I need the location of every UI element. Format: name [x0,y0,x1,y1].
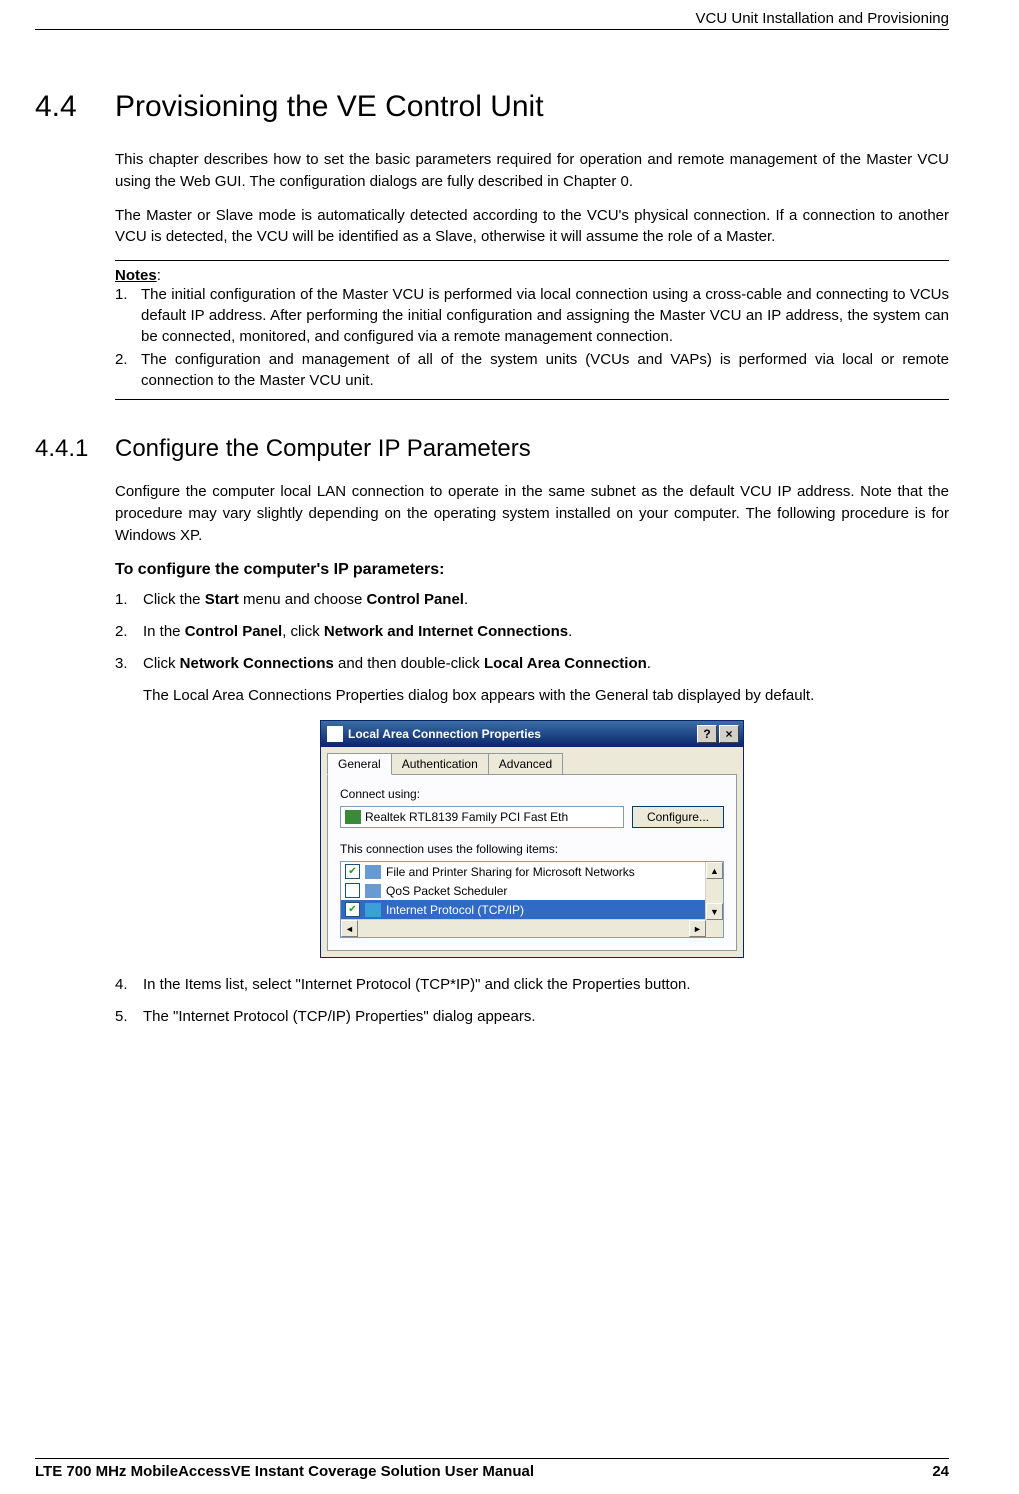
checkbox-icon[interactable]: ✔ [345,864,360,879]
close-button[interactable]: × [719,725,739,743]
notes-title: Notes [115,267,157,284]
adapter-field: Realtek RTL8139 Family PCI Fast Eth [340,806,624,828]
connect-using-label: Connect using: [340,787,724,801]
page-footer: LTE 700 MHz MobileAccessVE Instant Cover… [35,1458,949,1480]
step: 3. Click Network Connections and then do… [115,653,949,675]
step: 5. The "Internet Protocol (TCP/IP) Prope… [115,1006,949,1028]
step-number: 4. [115,974,143,996]
step-extra-text: The Local Area Connections Properties di… [143,685,949,707]
step: 1. Click the Start menu and choose Contr… [115,589,949,611]
scroll-down-icon[interactable]: ▼ [706,903,723,920]
step: 4. In the Items list, select "Internet P… [115,974,949,996]
checkbox-icon[interactable]: ✔ [345,902,360,917]
scroll-up-icon[interactable]: ▲ [706,862,723,879]
step-number: 1. [115,589,143,611]
protocol-icon [365,903,381,917]
notes-box: Notes: 1. The initial configuration of t… [115,260,949,400]
service-icon [365,884,381,898]
step-number: 2. [115,621,143,643]
section-intro: Configure the computer local LAN connect… [115,481,949,546]
heading-2-text: Configure the Computer IP Parameters [115,435,531,463]
list-item-label: QoS Packet Scheduler [386,884,507,898]
note-number: 1. [115,284,141,347]
connection-icon [327,726,343,742]
list-item-label: File and Printer Sharing for Microsoft N… [386,865,635,879]
page-header: VCU Unit Installation and Provisioning [35,10,949,30]
procedure-title: To configure the computer's IP parameter… [115,561,949,579]
heading-1-number: 4.4 [35,90,115,124]
step: 2. In the Control Panel, click Network a… [115,621,949,643]
tab-general[interactable]: General [327,753,392,775]
horizontal-scrollbar[interactable]: ◄ ► [341,919,723,937]
adapter-name: Realtek RTL8139 Family PCI Fast Eth [365,810,568,824]
scroll-right-icon[interactable]: ► [689,920,706,937]
note-number: 2. [115,349,141,391]
step-number: 5. [115,1006,143,1028]
vertical-scrollbar[interactable]: ▲ ▼ [705,862,723,920]
footer-title: LTE 700 MHz MobileAccessVE Instant Cover… [35,1463,534,1480]
checkbox-icon[interactable] [345,883,360,898]
page-number: 24 [932,1463,949,1480]
nic-icon [345,810,361,824]
dialog-tabs: General Authentication Advanced [321,747,743,774]
tab-advanced[interactable]: Advanced [488,753,563,774]
list-item[interactable]: ✔ Internet Protocol (TCP/IP) [341,900,706,919]
service-icon [365,865,381,879]
note-item: 2. The configuration and management of a… [115,349,949,391]
step-number: 3. [115,653,143,675]
step-text: The "Internet Protocol (TCP/IP) Properti… [143,1006,949,1028]
step-text: Click the Start menu and choose Control … [143,589,949,611]
step-text: In the Items list, select "Internet Prot… [143,974,949,996]
note-item: 1. The initial configuration of the Mast… [115,284,949,347]
note-text: The configuration and management of all … [141,349,949,391]
configure-button[interactable]: Configure... [632,806,724,828]
heading-2-number: 4.4.1 [35,435,115,463]
heading-1: 4.4 Provisioning the VE Control Unit [35,90,949,124]
help-button[interactable]: ? [697,725,717,743]
heading-2: 4.4.1 Configure the Computer IP Paramete… [35,435,949,463]
properties-dialog: Local Area Connection Properties ? × Gen… [320,720,744,958]
header-chapter: VCU Unit Installation and Provisioning [696,10,949,27]
dialog-titlebar[interactable]: Local Area Connection Properties ? × [321,721,743,747]
items-listbox[interactable]: ✔ File and Printer Sharing for Microsoft… [340,861,724,938]
list-item[interactable]: ✔ File and Printer Sharing for Microsoft… [341,862,706,881]
intro-para-2: The Master or Slave mode is automaticall… [115,205,949,249]
heading-1-text: Provisioning the VE Control Unit [115,90,544,124]
items-label: This connection uses the following items… [340,842,724,856]
intro-para-1: This chapter describes how to set the ba… [115,149,949,193]
tab-authentication[interactable]: Authentication [391,753,489,774]
dialog-content: Connect using: Realtek RTL8139 Family PC… [327,774,737,951]
dialog-title: Local Area Connection Properties [348,727,541,741]
list-item-label: Internet Protocol (TCP/IP) [386,903,524,917]
note-text: The initial configuration of the Master … [141,284,949,347]
list-item[interactable]: QoS Packet Scheduler [341,881,706,900]
step-text: In the Control Panel, click Network and … [143,621,949,643]
step-text: Click Network Connections and then doubl… [143,653,949,675]
scroll-left-icon[interactable]: ◄ [341,920,358,937]
